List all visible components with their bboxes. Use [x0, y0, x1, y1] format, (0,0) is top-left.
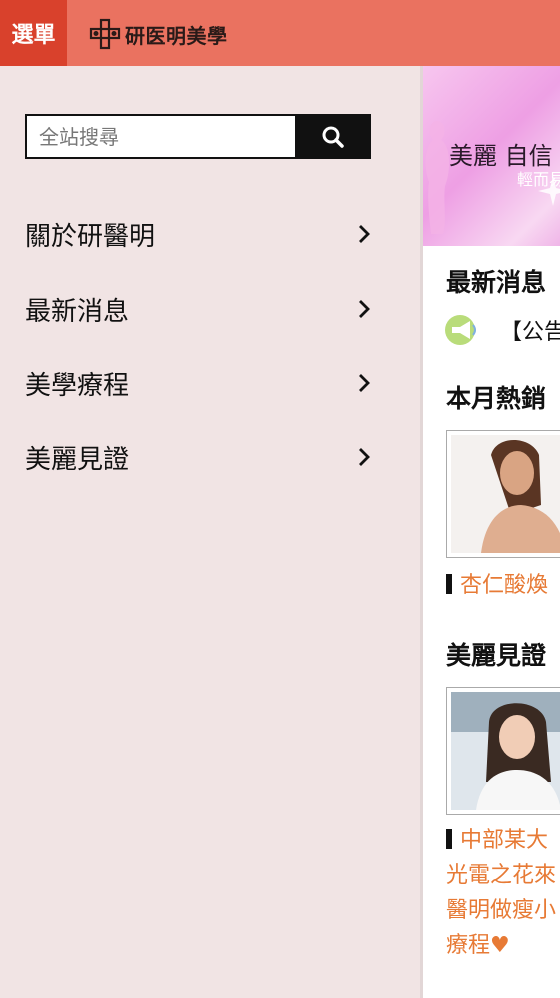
brand-logo[interactable]: 研医明美學 [88, 17, 228, 51]
news-item[interactable]: 【公告 [444, 314, 560, 346]
search-icon [322, 126, 344, 148]
hot-items-section-title: 本月熱銷 [446, 384, 547, 413]
chevron-right-icon [359, 448, 370, 466]
nav-item-treatments[interactable]: 美學療程 [25, 346, 371, 420]
portrait-image [451, 435, 560, 553]
testimony-caption-line: 醫明做瘦小 [446, 898, 557, 923]
nav-item-testimonials[interactable]: 美麗見證 [25, 420, 371, 494]
chevron-right-icon [359, 300, 370, 318]
side-menu: 關於研醫明 最新消息 美學療程 美麗見證 [0, 66, 420, 998]
nav-item-about[interactable]: 關於研醫明 [25, 196, 371, 272]
brand-name: 研医明美學 [125, 23, 228, 48]
sparkle-icon [538, 176, 560, 206]
chevron-right-icon [359, 374, 370, 392]
caption-marker [446, 829, 452, 849]
silhouette-figure [425, 121, 450, 234]
megaphone-icon [445, 315, 476, 345]
caption-marker [446, 574, 452, 594]
hot-item-thumbnail[interactable] [446, 430, 560, 558]
nav-item-label: 美麗見證 [25, 444, 130, 475]
search-input[interactable] [25, 114, 295, 159]
nav-item-label: 關於研醫明 [25, 221, 156, 252]
testimony-caption-line: 光電之花來 [446, 863, 557, 888]
testimony-section-title: 美麗見證 [446, 641, 547, 670]
menu-button[interactable]: 選單 [0, 0, 67, 66]
testimony-thumbnail[interactable] [446, 687, 560, 815]
site-search [25, 114, 371, 159]
chevron-right-icon [359, 225, 370, 243]
hot-item-caption-text: 杏仁酸煥 [460, 573, 549, 598]
search-button[interactable] [295, 114, 371, 159]
main-content: 美麗 自信 輕而易 最新消息 【公告 本月熱銷 杏仁酸煥 美麗見證 中部某大 光… [420, 66, 560, 998]
testimony-caption-line: 療程♥ [446, 933, 510, 958]
nav-item-label: 美學療程 [25, 370, 130, 401]
news-section-title: 最新消息 [446, 268, 547, 297]
side-nav: 關於研醫明 最新消息 美學療程 美麗見證 [25, 196, 371, 494]
portrait-image [451, 692, 560, 810]
promo-banner[interactable]: 美麗 自信 輕而易 [423, 66, 560, 246]
nav-item-label: 最新消息 [25, 296, 130, 327]
brand-logo-icon [89, 18, 121, 50]
nav-item-news[interactable]: 最新消息 [25, 272, 371, 346]
top-bar: 選單 研医明美學 [0, 0, 560, 66]
hot-item-caption[interactable]: 杏仁酸煥 [446, 568, 548, 603]
news-item-text: 【公告 [500, 320, 560, 345]
testimony-caption-line: 中部某大 [460, 828, 549, 853]
testimony-caption[interactable]: 中部某大 光電之花來 醫明做瘦小 療程♥ [446, 823, 556, 963]
